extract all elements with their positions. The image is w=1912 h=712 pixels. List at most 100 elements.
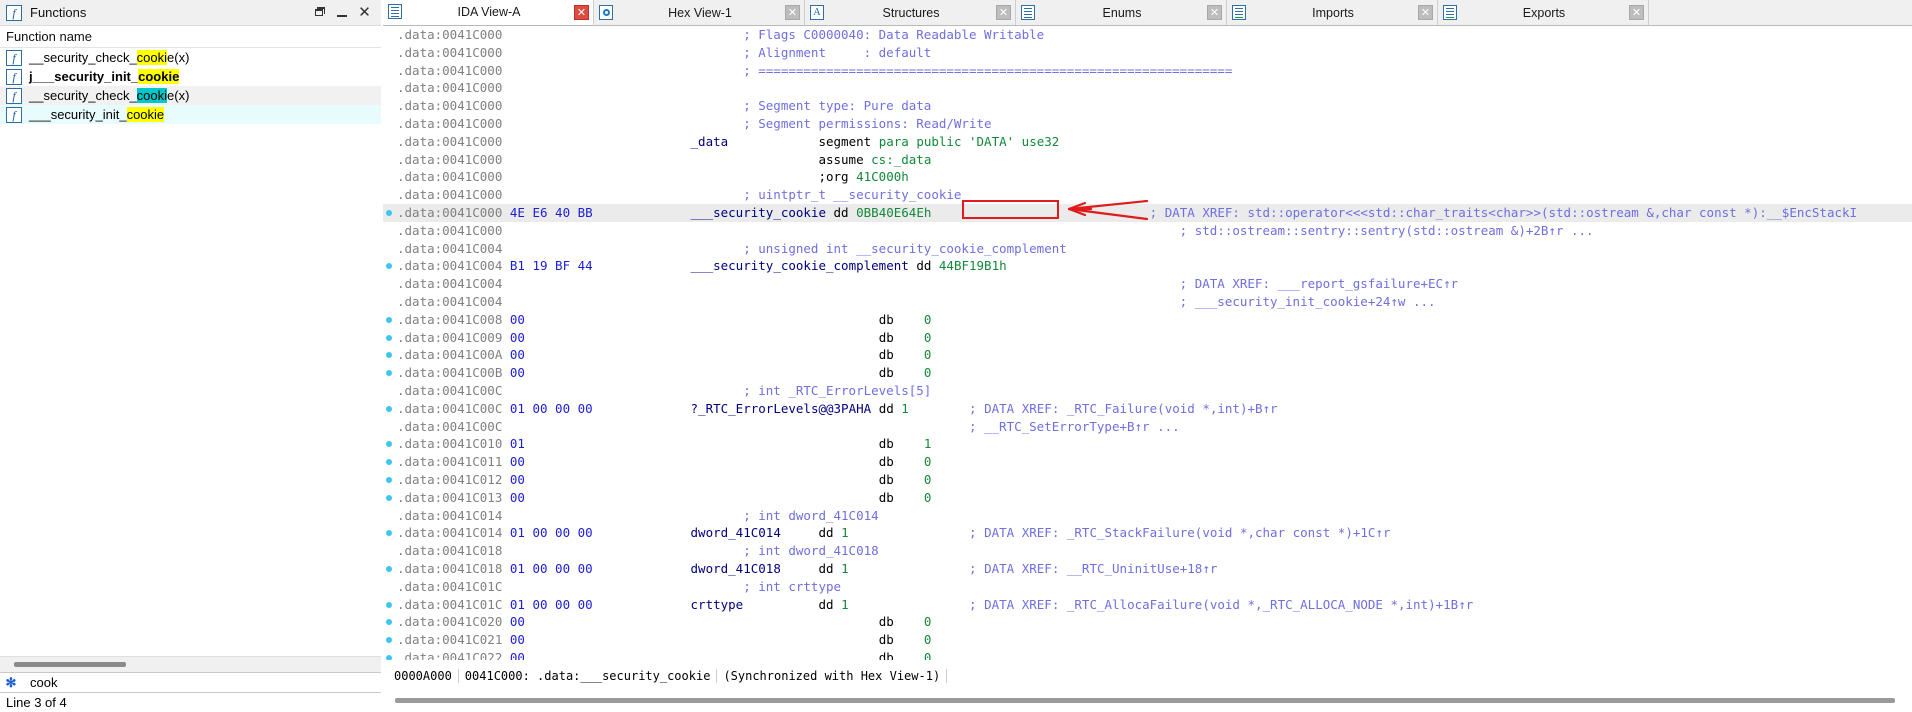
disassembly-line[interactable]: .data:0041C022 00 db 0	[383, 649, 1912, 660]
function-list-item[interactable]: f __security_check_cookie(x)	[0, 48, 381, 67]
disassembly-line[interactable]: .data:0041C004 ; ___security_init_cookie…	[383, 293, 1912, 311]
close-tab-icon[interactable]: ✕	[1418, 5, 1433, 20]
line-marker-dot	[386, 334, 392, 341]
disassembly-line[interactable]: .data:0041C000 ; Segment permissions: Re…	[383, 115, 1912, 133]
line-hex-bytes: 00	[509, 489, 525, 505]
disassembly-line[interactable]: .data:0041C000 ; Segment type: Pure data	[383, 97, 1912, 115]
line-hex-bytes: 00	[509, 454, 525, 470]
line-comment: ; __RTC_SetErrorType+B↑r ...	[968, 418, 1180, 434]
function-list-item[interactable]: f ___security_init_cookie	[0, 105, 381, 124]
line-hex-bytes: 4E E6 40 BB	[509, 204, 593, 220]
tab-exports[interactable]: Exports ✕	[1438, 0, 1649, 25]
tab-label: Hex View-1	[668, 5, 732, 20]
disassembly-line[interactable]: .data:0041C009 00 db 0	[383, 329, 1912, 347]
function-name-prefix: j___security_init_	[29, 69, 139, 84]
close-icon[interactable]: ✕	[358, 5, 371, 20]
disassembly-line[interactable]: .data:0041C004 B1 19 BF 44 ___security_c…	[383, 257, 1912, 275]
function-icon: f	[6, 106, 22, 123]
disassembly-line[interactable]: .data:0041C018 ; int dword_41C018	[383, 542, 1912, 560]
disassembly-line[interactable]: .data:0041C000 ; Flags C0000040: Data Re…	[383, 26, 1912, 44]
disassembly-status-bar: 0000A000 0041C000: .data:___security_coo…	[383, 666, 1912, 686]
line-address: .data:0041C01C	[397, 596, 503, 612]
disassembly-line[interactable]: .data:0041C00A 00 db 0	[383, 346, 1912, 364]
close-tab-icon[interactable]: ✕	[1629, 5, 1644, 20]
tab-ida-view-a[interactable]: IDA View-A ✕	[383, 0, 594, 25]
disassembly-line[interactable]: .data:0041C004 ; unsigned int __security…	[383, 240, 1912, 258]
restore-icon[interactable]	[314, 6, 327, 19]
disassembly-line-content: .data:0041C000 assume cs:_data	[383, 151, 931, 169]
disassembly-line[interactable]: .data:0041C004 ; DATA XREF: ___report_gs…	[383, 275, 1912, 293]
line-address: .data:0041C020	[397, 614, 503, 630]
line-address: .data:0041C000	[397, 115, 503, 131]
close-tab-icon[interactable]: ✕	[574, 4, 589, 20]
line-symbol-name: ?_RTC_ErrorLevels@@3PAHA	[690, 400, 872, 416]
disassembly-line[interactable]: .data:0041C000 _data segment para public…	[383, 133, 1912, 151]
tab-hex-view-1[interactable]: Hex View-1 ✕	[594, 0, 805, 25]
disassembly-line[interactable]: .data:0041C000 4E E6 40 BB ___security_c…	[383, 203, 1912, 222]
functions-column-header[interactable]: Function name	[0, 26, 381, 48]
disassembly-line[interactable]: .data:0041C00C ; __RTC_SetErrorType+B↑r …	[383, 418, 1912, 436]
disassembly-line[interactable]: .data:0041C000 ; std::ostream::sentry::s…	[383, 222, 1912, 240]
close-tab-icon[interactable]: ✕	[785, 5, 800, 20]
disassembly-line[interactable]: .data:0041C011 00 db 0	[383, 453, 1912, 471]
disassembly-line[interactable]: .data:0041C00C ; int _RTC_ErrorLevels[5]	[383, 382, 1912, 400]
disassembly-line-content: .data:0041C008 00 db 0	[383, 311, 931, 329]
disassembly-line[interactable]: .data:0041C01C ; int crttype	[383, 578, 1912, 596]
line-hex-bytes: 00	[509, 649, 525, 660]
line-address: .data:0041C011	[397, 454, 503, 470]
line-comment: ; unsigned int __security_cookie_complem…	[743, 240, 1067, 256]
line-directive: assume	[818, 151, 864, 167]
disassembly-horizontal-scrollbar[interactable]	[383, 694, 1912, 708]
disassembly-line-content: .data:0041C00B 00 db 0	[383, 364, 931, 382]
function-list-item[interactable]: f __security_check_cookie(x)	[0, 86, 381, 105]
disassembly-line[interactable]: .data:0041C00C 01 00 00 00 ?_RTC_ErrorLe…	[383, 400, 1912, 418]
disassembly-line[interactable]: .data:0041C000 ; =======================…	[383, 62, 1912, 80]
functions-horizontal-scrollbar[interactable]	[0, 656, 381, 672]
tab-enums[interactable]: Enums ✕	[1016, 0, 1227, 25]
disassembly-line[interactable]: .data:0041C000 ; Alignment : default	[383, 44, 1912, 62]
disassembly-line[interactable]: .data:0041C014 ; int dword_41C014	[383, 507, 1912, 525]
line-symbol-name: ___security_cookie	[690, 204, 826, 220]
function-list-item[interactable]: f j___security_init_cookie	[0, 67, 381, 86]
disassembly-line[interactable]: .data:0041C008 00 db 0	[383, 311, 1912, 329]
disassembly-line[interactable]: .data:0041C00B 00 db 0	[383, 364, 1912, 382]
disassembly-view[interactable]: .data:0041C000 ; Flags C0000040: Data Re…	[383, 26, 1912, 660]
disassembly-line[interactable]: .data:0041C000 ; uintptr_t __security_co…	[383, 186, 1912, 204]
disassembly-line-content: .data:0041C01C 01 00 00 00 crttype dd 1 …	[383, 596, 1473, 614]
disassembly-line[interactable]: .data:0041C014 01 00 00 00 dword_41C014 …	[383, 524, 1912, 542]
function-name-label: ___security_init_cookie	[29, 107, 165, 122]
tab-label: Enums	[1102, 5, 1142, 20]
functions-filter-input[interactable]	[22, 674, 381, 691]
line-directive: db	[878, 649, 894, 660]
close-tab-icon[interactable]: ✕	[1207, 5, 1222, 20]
function-name-column-label: Function name	[6, 29, 92, 44]
disassembly-line[interactable]: .data:0041C000 assume cs:_data	[383, 151, 1912, 169]
disassembly-line-content: .data:0041C014 ; int dword_41C014	[383, 507, 879, 525]
clear-filter-icon[interactable]: ✻	[0, 675, 22, 691]
line-address: .data:0041C012	[397, 471, 503, 487]
tab-structures[interactable]: A Structures ✕	[805, 0, 1016, 25]
disassembly-line[interactable]: .data:0041C000	[383, 79, 1912, 97]
disassembly-line[interactable]: .data:0041C010 01 db 1	[383, 435, 1912, 453]
tab-imports[interactable]: Imports ✕	[1227, 0, 1438, 25]
disassembly-line[interactable]: .data:0041C020 00 db 0	[383, 613, 1912, 631]
minimize-icon[interactable]	[336, 6, 349, 19]
disassembly-line[interactable]: .data:0041C012 00 db 0	[383, 471, 1912, 489]
disassembly-line[interactable]: .data:0041C01C 01 00 00 00 crttype dd 1 …	[383, 596, 1912, 614]
tab-label: Exports	[1522, 5, 1566, 20]
disassembly-line[interactable]: .data:0041C021 00 db 0	[383, 631, 1912, 649]
disassembly-line[interactable]: .data:0041C000 ;org 41C000h	[383, 168, 1912, 186]
functions-list[interactable]: f __security_check_cookie(x) f j___security…	[0, 48, 381, 648]
functions-scrollbar-thumb[interactable]	[14, 662, 126, 667]
disassembly-scrollbar-thumb[interactable]	[395, 698, 1895, 703]
disassembly-line[interactable]: .data:0041C018 01 00 00 00 dword_41C018 …	[383, 560, 1912, 578]
disassembly-line[interactable]: .data:0041C013 00 db 0	[383, 489, 1912, 507]
close-tab-icon[interactable]: ✕	[996, 5, 1011, 20]
